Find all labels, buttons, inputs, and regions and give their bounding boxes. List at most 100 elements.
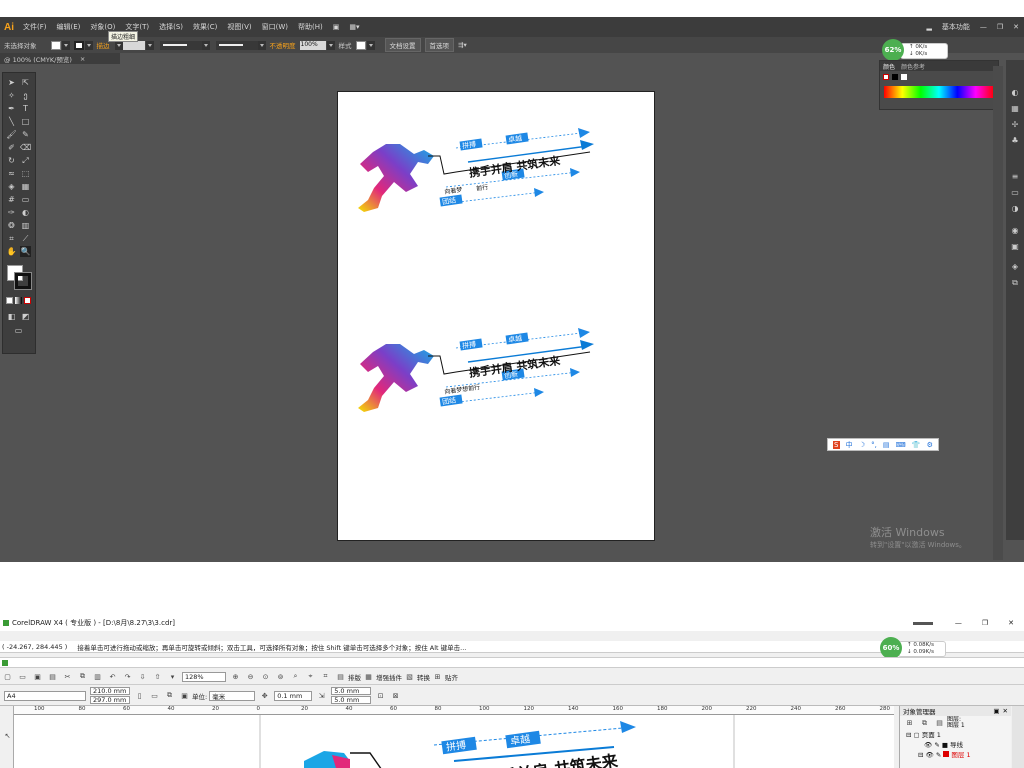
line-tool-icon[interactable]: ╲ [6, 116, 17, 127]
landscape-icon[interactable]: ▭ [149, 690, 160, 701]
opacity-label[interactable]: 不透明度 [270, 40, 296, 50]
workspace-switcher[interactable]: 基本功能 [937, 22, 975, 32]
page-height-field[interactable]: 297.0 mm [90, 696, 130, 704]
zoom-width-icon[interactable]: ⌖ [305, 671, 316, 682]
arrange-docs-icon[interactable]: ▦▾ [344, 23, 364, 31]
cdr-canvas[interactable]: 拼搏 卓越 携手并肩 共筑未来 [14, 715, 894, 768]
horizontal-ruler[interactable]: 100 80 60 40 20 0 20 40 60 80 100 120 140 160 180 200 22… [14, 706, 894, 715]
symbols-icon[interactable]: ♣ [1010, 136, 1020, 146]
page-width-field[interactable]: 210.0 mm [90, 687, 130, 695]
cut-icon[interactable]: ✂ [62, 671, 73, 682]
color-panel-icon[interactable]: ◐ [1010, 88, 1020, 98]
show-properties-icon[interactable]: ⊞ [904, 718, 915, 729]
width-tool-icon[interactable]: ≈ [6, 168, 17, 179]
plugin-label[interactable]: 增强插件 [376, 672, 402, 682]
treat-as-filled-icon[interactable]: ⊡ [375, 690, 386, 701]
mesh-tool-icon[interactable]: # [6, 194, 17, 205]
ime-punct-icon[interactable]: °, [871, 441, 877, 449]
eyedropper-icon[interactable]: ✑ [6, 207, 17, 218]
plugin-icon[interactable]: ▦ [363, 671, 374, 682]
ime-logo-icon[interactable]: S [833, 440, 840, 449]
layer-manager-view-icon[interactable]: ▤ [934, 718, 945, 729]
zoom-in-icon[interactable]: ⊕ [230, 671, 241, 682]
objmgr-guide-row[interactable]: 👁 ✎ ■ 导线 [906, 740, 1011, 750]
current-page-icon[interactable]: ▣ [179, 690, 190, 701]
paintbrush-icon[interactable]: 🖌 [6, 129, 17, 140]
menu-edit[interactable]: 编辑(E) [52, 22, 86, 32]
ime-emoji-icon[interactable]: ▤ [883, 441, 890, 449]
swatches-icon[interactable]: ▦ [1010, 104, 1020, 114]
stroke-swatch[interactable] [73, 40, 84, 50]
hand-tool-icon[interactable]: ✋ [6, 246, 17, 257]
ime-moon-icon[interactable]: ☽ [859, 441, 865, 449]
stroke-dropdown[interactable] [84, 40, 93, 50]
white-swatch[interactable] [901, 74, 907, 80]
draw-inside-icon[interactable]: ◩ [20, 311, 31, 322]
tab-color[interactable]: 颜色 [883, 62, 895, 71]
vertical-scrollbar[interactable] [993, 66, 1003, 560]
nudge-field[interactable]: 0.1 mm [274, 690, 313, 701]
print-icon[interactable]: ▤ [47, 671, 58, 682]
portrait-icon[interactable]: ▯ [134, 690, 145, 701]
fill-dropdown[interactable] [61, 40, 70, 50]
tab-color-guide[interactable]: 颜色参考 [901, 62, 925, 71]
import-icon[interactable]: ⇩ [137, 671, 148, 682]
document-tab[interactable]: @ 100% (CMYK/预览) × [0, 53, 120, 64]
cdr-doc-icon[interactable] [2, 660, 8, 666]
variable-width-profile[interactable] [159, 40, 206, 50]
cdr-close-button[interactable]: ✕ [1008, 619, 1014, 627]
gradient-tool-icon[interactable]: ▭ [20, 194, 31, 205]
network-monitor[interactable]: ↑ 0K/s ↓ 0K/s 62% [882, 39, 950, 61]
redo-icon[interactable]: ↷ [122, 671, 133, 682]
rectangle-tool-icon[interactable]: □ [20, 116, 31, 127]
snap-icon[interactable]: ⊞ [432, 671, 443, 682]
color-mode-icon[interactable] [6, 297, 13, 304]
layers-icon[interactable]: ◈ [1010, 262, 1020, 272]
new-doc-icon[interactable]: ▢ [2, 671, 13, 682]
brush-definition[interactable] [215, 40, 262, 50]
menu-effect[interactable]: 效果(C) [188, 22, 222, 32]
convert-icon[interactable]: ▧ [404, 671, 415, 682]
stroke-weight-dropdown[interactable] [145, 40, 154, 50]
ime-settings-icon[interactable]: ⚙ [927, 441, 933, 449]
restore-button[interactable]: ❐ [992, 23, 1008, 31]
save-icon[interactable]: ▣ [32, 671, 43, 682]
snap-label[interactable]: 贴齐 [445, 672, 458, 682]
pick-tool-icon[interactable]: ↖ [2, 730, 13, 741]
profile-dropdown[interactable] [201, 40, 210, 50]
shape-builder-icon[interactable]: ◈ [6, 181, 17, 192]
units-select[interactable]: 毫米 [209, 690, 256, 701]
bridge-icon[interactable]: ▣ [328, 23, 345, 31]
magic-wand-icon[interactable]: ✧ [6, 90, 17, 101]
gradient-panel-icon[interactable]: ▭ [1010, 188, 1020, 198]
style-dropdown[interactable] [366, 40, 375, 50]
artboards-icon[interactable]: ⧉ [1010, 278, 1020, 288]
search-stock-icon[interactable]: ▂ [921, 23, 936, 31]
zoom-selected-icon[interactable]: ⊙ [260, 671, 271, 682]
layout-icon[interactable]: ▤ [335, 671, 346, 682]
app-launcher-icon[interactable]: ▾ [167, 671, 178, 682]
ime-skin-icon[interactable]: 👕 [912, 441, 921, 449]
cdr-restore-button[interactable]: ❐ [982, 619, 988, 627]
artboard-tool-icon[interactable]: ⌗ [6, 233, 17, 244]
opacity-field[interactable]: 100% [299, 40, 326, 50]
style-swatch[interactable] [355, 40, 366, 50]
panel-menu-icon[interactable]: ⇶▾ [458, 41, 467, 49]
objmgr-layer-row[interactable]: ⊟ 👁 ✎ 图层 1 [906, 750, 1011, 760]
dup-y-field[interactable]: 5.0 mm [331, 696, 372, 704]
eraser-icon[interactable]: ⌫ [20, 142, 31, 153]
transparency-icon[interactable]: ◑ [1010, 204, 1020, 214]
pencil-icon[interactable]: ✎ [20, 129, 31, 140]
objmgr-options-icon[interactable]: ▣ [993, 707, 999, 715]
objmgr-page-row[interactable]: ⊟ ▢ 页面 1 [906, 730, 1011, 740]
black-swatch[interactable] [892, 74, 898, 80]
cdr-minimize-button[interactable]: — [955, 619, 962, 627]
menu-file[interactable]: 文件(F) [18, 22, 52, 32]
zoom-height-icon[interactable]: ⌗ [320, 671, 331, 682]
direct-selection-tool-icon[interactable]: ⇱ [20, 77, 31, 88]
ime-keyboard-icon[interactable]: ⌨ [896, 441, 906, 449]
screen-mode-icon[interactable]: ▭ [13, 325, 24, 336]
appearance-icon[interactable]: ◉ [1010, 226, 1020, 236]
perspective-grid-icon[interactable]: ▦ [20, 181, 31, 192]
column-graph-icon[interactable]: ▥ [20, 220, 31, 231]
